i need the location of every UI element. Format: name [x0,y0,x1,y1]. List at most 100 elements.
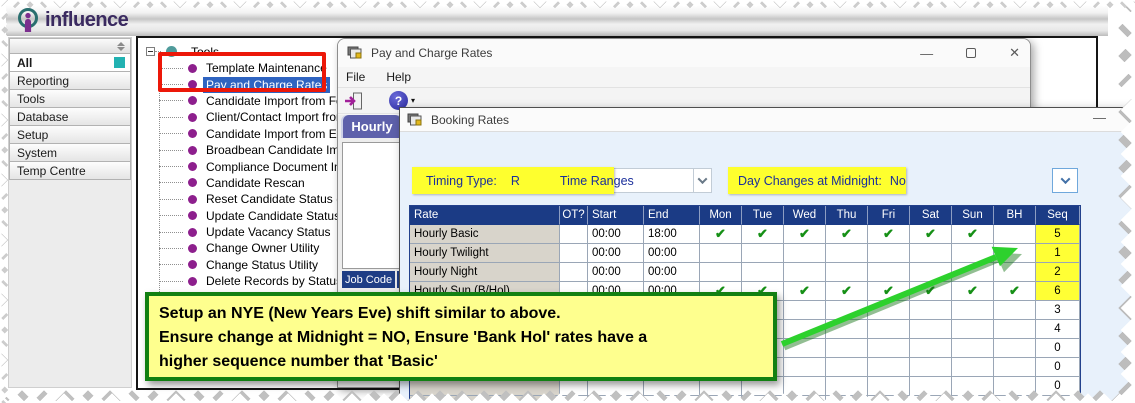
day-empty-cell[interactable] [700,244,742,263]
menu-file[interactable]: File [346,70,365,84]
seq-cell[interactable]: 1 [1036,244,1080,263]
day-empty-cell[interactable] [826,244,868,263]
day-empty-cell[interactable] [910,377,952,396]
tree-collapse-icon[interactable] [146,47,155,56]
column-header-wed[interactable]: Wed [784,206,826,225]
day-empty-cell[interactable] [952,396,994,402]
tree-item-delete-records-by-status[interactable]: Delete Records by Status [159,273,362,289]
day-check-icon[interactable]: ✔ [952,282,994,301]
day-check-icon[interactable]: ✔ [868,225,910,244]
day-empty-cell[interactable] [952,358,994,377]
day-empty-cell[interactable] [742,396,784,402]
tree-item-compliance-document-impo[interactable]: Compliance Document Impo [159,158,362,174]
day-empty-cell[interactable] [700,396,742,402]
sidebar-item-all[interactable]: All [9,53,131,72]
end-cell[interactable] [644,396,700,402]
day-check-icon[interactable]: ✔ [784,225,826,244]
day-empty-cell[interactable] [952,377,994,396]
column-header-seq[interactable]: Seq [1036,206,1080,225]
day-empty-cell[interactable] [910,396,952,402]
day-empty-cell[interactable] [826,263,868,282]
ot-cell[interactable] [560,225,588,244]
day-empty-cell[interactable] [826,377,868,396]
day-empty-cell[interactable] [994,320,1036,339]
dropdown-chevron-box[interactable] [693,169,711,192]
day-empty-cell[interactable] [994,263,1036,282]
pay-window-titlebar[interactable]: Pay and Charge Rates — ✕ [338,39,1030,67]
day-check-icon[interactable]: ✔ [826,225,868,244]
tree-item-candidate-rescan[interactable]: Candidate Rescan [159,175,362,191]
help-dropdown-caret[interactable]: ▾ [411,96,415,105]
day-check-icon[interactable]: ✔ [700,225,742,244]
day-empty-cell[interactable] [994,301,1036,320]
tree-item-update-vacancy-status[interactable]: Update Vacancy Status [159,224,362,240]
day-check-icon[interactable]: ✔ [994,282,1036,301]
day-empty-cell[interactable] [994,225,1036,244]
day-empty-cell[interactable] [952,339,994,358]
column-header-rate[interactable]: Rate [410,206,560,225]
tree-item-broadbean-candidate-impo[interactable]: Broadbean Candidate Impo [159,142,362,158]
rate-cell[interactable]: Hourly Twilight [410,244,560,263]
tree-item-change-owner-utility[interactable]: Change Owner Utility [159,240,362,256]
start-cell[interactable]: 00:00 [588,263,644,282]
seq-cell[interactable]: 0 [1036,358,1080,377]
menu-help[interactable]: Help [386,70,411,84]
day-empty-cell[interactable] [700,263,742,282]
day-empty-cell[interactable] [784,358,826,377]
tree-item-candidate-import-from-exce[interactable]: Candidate Import from Exce [159,126,362,142]
day-empty-cell[interactable] [994,377,1036,396]
day-empty-cell[interactable] [910,263,952,282]
column-header-end[interactable]: End [644,206,700,225]
column-header-ot[interactable]: OT? [560,206,588,225]
day-empty-cell[interactable] [952,244,994,263]
column-header-start[interactable]: Start [588,206,644,225]
tree-item-client-contact-import-from-e[interactable]: Client/Contact Import from E [159,109,362,125]
day-empty-cell[interactable] [826,358,868,377]
booking-window-titlebar[interactable]: Booking Rates — [400,108,1134,132]
seq-cell[interactable]: 4 [1036,320,1080,339]
sidebar-item-tools[interactable]: Tools [9,89,131,108]
tab-hourly[interactable]: Hourly [343,115,401,138]
day-check-icon[interactable]: ✔ [742,225,784,244]
seq-cell[interactable]: 2 [1036,263,1080,282]
column-header-sat[interactable]: Sat [910,206,952,225]
day-empty-cell[interactable] [868,358,910,377]
seq-cell[interactable]: 0 [1036,339,1080,358]
end-cell[interactable]: 18:00 [644,225,700,244]
timing-type-field[interactable]: Timing Type: R Time Ranges [412,167,634,194]
day-empty-cell[interactable] [826,339,868,358]
day-empty-cell[interactable] [868,244,910,263]
sidebar-sort-header[interactable] [9,38,131,54]
day-empty-cell[interactable] [910,358,952,377]
minimize-button[interactable]: — [1093,110,1106,125]
day-empty-cell[interactable] [826,396,868,402]
seq-cell[interactable]: 0 [1036,396,1080,402]
day-empty-cell[interactable] [868,339,910,358]
jobcode-header[interactable]: Job Code [342,271,396,288]
day-empty-cell[interactable] [868,301,910,320]
column-header-sun[interactable]: Sun [952,206,994,225]
rate-cell[interactable] [410,396,560,402]
ot-cell[interactable] [560,244,588,263]
day-empty-cell[interactable] [784,396,826,402]
exit-icon[interactable] [343,92,363,110]
sidebar-item-system[interactable]: System [9,143,131,162]
day-empty-cell[interactable] [910,301,952,320]
column-header-fri[interactable]: Fri [868,206,910,225]
start-cell[interactable]: 00:00 [588,225,644,244]
ot-cell[interactable] [560,263,588,282]
day-empty-cell[interactable] [994,358,1036,377]
day-empty-cell[interactable] [868,263,910,282]
day-empty-cell[interactable] [742,263,784,282]
day-empty-cell[interactable] [784,244,826,263]
day-empty-cell[interactable] [784,301,826,320]
day-changes-dropdown[interactable] [1052,168,1078,193]
day-empty-cell[interactable] [784,377,826,396]
close-button[interactable]: ✕ [1009,45,1020,61]
day-check-icon[interactable]: ✔ [910,225,952,244]
column-header-thu[interactable]: Thu [826,206,868,225]
end-cell[interactable]: 00:00 [644,244,700,263]
start-cell[interactable] [588,396,644,402]
day-empty-cell[interactable] [784,320,826,339]
column-header-tue[interactable]: Tue [742,206,784,225]
